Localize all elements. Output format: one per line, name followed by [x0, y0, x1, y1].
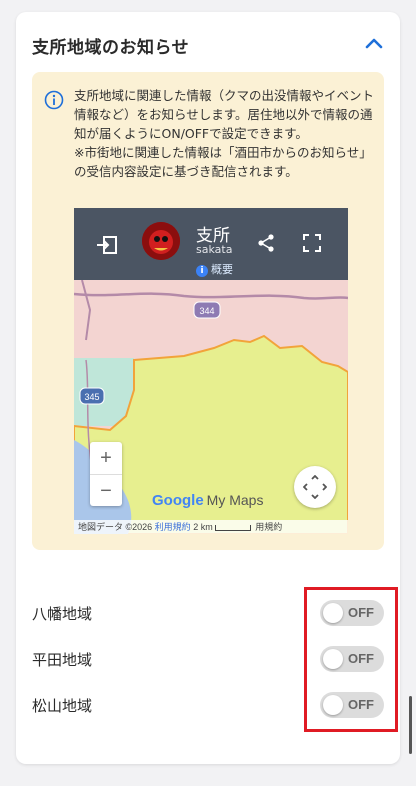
toggle-label: 平田地域 — [32, 651, 93, 669]
map-header-bar: 支所 sakata i 概要 — [74, 208, 348, 280]
zoom-in-button[interactable]: + — [90, 442, 122, 474]
share-icon[interactable] — [256, 233, 276, 253]
road-marker-345: 345 — [79, 387, 105, 405]
map-info-link[interactable]: i 概要 — [196, 261, 233, 277]
embedded-map[interactable]: 344 345 支所 sakata i 概要 + − Google My Map… — [74, 208, 348, 534]
recenter-icon — [303, 475, 327, 499]
chevron-up-icon[interactable] — [364, 36, 384, 50]
scale-label: 2 km — [193, 522, 213, 532]
svg-text:345: 345 — [84, 392, 99, 402]
notice-box: 支所地域に関連した情報（クマの出没情報やイベント情報など）をお知らせします。居住… — [32, 72, 384, 550]
zoom-controls: + − — [90, 442, 122, 506]
fullscreen-icon[interactable] — [302, 233, 322, 253]
exit-icon[interactable] — [96, 235, 118, 255]
notice-text: 支所地域に関連した情報（クマの出没情報やイベント情報など）をお知らせします。居住… — [74, 86, 374, 181]
section-header[interactable]: 支所地域のお知らせ — [16, 12, 400, 74]
scale-bar — [214, 524, 251, 531]
toggle-label: 松山地域 — [32, 697, 93, 715]
notice-paragraph-2: ※市街地に関連した情報は「酒田市からのお知らせ」の受信内容設定に基づき配信されま… — [74, 145, 372, 179]
highlight-box — [304, 587, 398, 732]
google-logo-text: Google — [152, 492, 204, 509]
toggle-label: 八幡地域 — [32, 605, 93, 623]
avatar-image — [142, 222, 180, 260]
map-info-label: 概要 — [211, 263, 233, 276]
zoom-out-button[interactable]: − — [90, 474, 122, 506]
terms-link-2[interactable]: 用規約 — [255, 522, 282, 532]
map-data-credit: 地図データ ©2026 — [78, 522, 153, 532]
recenter-button[interactable] — [294, 466, 336, 508]
map-avatar — [142, 222, 180, 260]
map-subtitle: sakata — [196, 243, 233, 256]
scrollbar-thumb[interactable] — [409, 696, 412, 754]
map-attribution: 地図データ ©2026 利用規約 2 km 用規約 — [74, 520, 348, 534]
notice-paragraph-1: 支所地域に関連した情報（クマの出没情報やイベント情報など）をお知らせします。居住… — [74, 88, 375, 141]
section-title: 支所地域のお知らせ — [32, 38, 190, 58]
info-icon — [44, 90, 64, 110]
my-maps-label: My Maps — [206, 492, 264, 508]
terms-link[interactable]: 利用規約 — [155, 522, 191, 532]
google-my-maps-logo: Google My Maps — [152, 492, 263, 509]
road-marker-344: 344 — [193, 301, 221, 319]
svg-text:344: 344 — [199, 306, 214, 316]
info-dot-icon: i — [196, 265, 208, 277]
